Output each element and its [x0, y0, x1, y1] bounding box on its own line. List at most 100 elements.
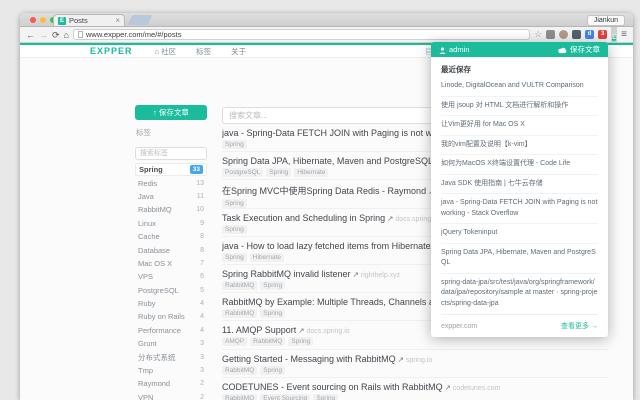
popup-footer: expper.com 查看更多 →: [441, 314, 598, 331]
sidebar-tag-PostgreSQL[interactable]: PostgreSQL 5: [135, 284, 207, 297]
tag-count-badge: 7: [200, 259, 204, 267]
post-tag-chip[interactable]: Spring: [260, 309, 286, 319]
back-icon[interactable]: ←: [26, 30, 35, 40]
recent-saved-item[interactable]: 使用 jsoup 对 HTML 文档进行解析和操作: [441, 97, 598, 116]
post-tag-chip[interactable]: Hibernate: [249, 252, 284, 262]
post-domain[interactable]: spring.io: [406, 357, 432, 364]
post-tag-chip[interactable]: AMQP: [222, 337, 248, 347]
new-tab-button[interactable]: [127, 15, 153, 25]
sidebar-tag-Tmp[interactable]: Tmp 3: [135, 364, 207, 377]
post-title[interactable]: Getting Started - Messaging with RabbitM…: [222, 354, 608, 364]
sidebar-tag-Cache[interactable]: Cache 8: [135, 230, 207, 243]
recent-saved-item[interactable]: 我的vim配置及说明【k-vim】: [441, 136, 598, 155]
post-tag-chip[interactable]: RabbitMQ: [222, 393, 258, 400]
tag-count-badge: 2: [200, 393, 204, 400]
sidebar-tag-Mac OS X[interactable]: Mac OS X 7: [135, 257, 207, 270]
tag-name-label: Ruby: [138, 299, 156, 309]
post-title[interactable]: CODETUNES - Event sourcing on Rails with…: [222, 382, 608, 392]
reload-icon[interactable]: ⟳: [52, 30, 60, 40]
recent-saved-item[interactable]: java - Spring-Data FETCH JOIN with Pagin…: [441, 194, 598, 224]
recent-saved-item[interactable]: 让Vim更好用 for Mac OS X: [441, 116, 598, 136]
sidebar-tag-RabbitMQ[interactable]: RabbitMQ 10: [135, 203, 207, 216]
post-row: Getting Started - Messaging with RabbitM…: [222, 350, 608, 378]
address-bar[interactable]: www.expper.com/me/#/posts: [72, 29, 531, 40]
sidebar-tag-VPS[interactable]: VPS 6: [135, 270, 207, 283]
recent-saved-item[interactable]: Spring Data JPA, Hibernate, Maven and Po…: [441, 244, 598, 274]
recent-saved-item[interactable]: 如何为MacOS X终端设置代理 - Code Life: [441, 155, 598, 175]
post-tag-chip[interactable]: Spring: [222, 252, 247, 262]
popup-site-link[interactable]: expper.com: [441, 323, 477, 330]
minimize-window-button[interactable]: [40, 17, 46, 23]
close-window-button[interactable]: [30, 17, 36, 23]
recent-saved-item[interactable]: jQuery Tokeninput: [441, 224, 598, 244]
expper-extension-button[interactable]: E: [611, 24, 618, 45]
extension-gray-icon[interactable]: [546, 30, 556, 39]
url-text: www.expper.com/me/#/posts: [85, 30, 182, 39]
tag-count-badge: 3: [200, 367, 204, 375]
tag-name-label: Grunt: [138, 339, 157, 349]
popup-save-button[interactable]: 保存文章: [558, 44, 600, 55]
extension-ghost-icon[interactable]: [572, 30, 582, 39]
home-icon[interactable]: ⌂: [64, 30, 69, 40]
post-tag-chip[interactable]: RabbitMQ: [250, 337, 286, 347]
sidebar-tag-Redis[interactable]: Redis 13: [135, 176, 207, 189]
sidebar-tag-Ruby[interactable]: Ruby 4: [135, 297, 207, 310]
browser-tab[interactable]: E Posts ×: [53, 14, 125, 26]
extension-popup: admin 保存文章 最近保存 Linode, DigitalOcean and…: [431, 42, 608, 337]
recent-saved-item[interactable]: Linode, DigitalOcean and VULTR Compariso…: [441, 77, 598, 97]
post-tag-chip[interactable]: Spring: [260, 280, 286, 290]
sidebar-tag-Raymond[interactable]: Raymond 2: [135, 377, 207, 390]
nav-item-tags[interactable]: 标签: [196, 46, 211, 57]
post-tag-chip[interactable]: PostgreSQL: [222, 168, 264, 178]
post-tag-chip[interactable]: RabbitMQ: [222, 280, 258, 290]
sidebar-tag-Performance[interactable]: Performance 4: [135, 324, 207, 337]
chrome-menu-icon[interactable]: ≡: [621, 29, 627, 40]
sidebar-tag-Spring[interactable]: Spring 33: [135, 163, 207, 177]
post-domain[interactable]: docs.spring.io: [307, 328, 350, 335]
post-tag-chip[interactable]: Spring: [266, 168, 292, 178]
sidebar-tag-Linux[interactable]: Linux 9: [135, 217, 207, 230]
sidebar-tag-Ruby on Rails[interactable]: Ruby on Rails 4: [135, 310, 207, 323]
recent-saved-item[interactable]: spring-data-jpa/src/test/java/org/spring…: [441, 274, 598, 314]
post-tag-chip[interactable]: Spring: [222, 199, 247, 208]
tag-count-badge: 8: [200, 246, 204, 254]
post-tag-chip[interactable]: RabbitMQ: [222, 309, 258, 319]
post-domain[interactable]: righthelp.xyz: [361, 272, 400, 279]
site-logo[interactable]: EXPPER: [90, 46, 133, 56]
tag-count-badge: 10: [196, 206, 204, 214]
tag-count-badge: 13: [196, 179, 204, 187]
sidebar-tag-Java[interactable]: Java 11: [135, 190, 207, 203]
forward-icon[interactable]: →: [39, 30, 48, 40]
user-icon: [439, 47, 446, 54]
extension-red-icon[interactable]: 3: [598, 30, 608, 39]
tag-search-input[interactable]: [135, 147, 207, 160]
tab-close-icon[interactable]: ×: [115, 16, 120, 25]
post-tag-chip[interactable]: Spring: [260, 365, 286, 375]
post-tag-chip[interactable]: RabbitMQ: [222, 365, 258, 375]
popup-view-more-link[interactable]: 查看更多 →: [561, 321, 598, 331]
post-tag-chip[interactable]: Spring: [222, 140, 247, 149]
sidebar-tag-Grunt[interactable]: Grunt 3: [135, 337, 207, 350]
nav-item-about[interactable]: 关于: [231, 46, 246, 57]
extension-devdocs-icon[interactable]: d: [585, 30, 595, 39]
extension-popup-header: admin 保存文章: [431, 42, 608, 57]
post-tag-chip[interactable]: Event Sourcing: [260, 393, 311, 400]
post-tag-chip[interactable]: Hibernate: [294, 168, 329, 178]
save-post-button[interactable]: ↑ 保存文章: [135, 105, 207, 120]
post-domain[interactable]: codetunes.com: [453, 385, 500, 392]
sidebar-tag-VPN[interactable]: VPN 2: [135, 391, 207, 400]
tag-count-badge: 5: [200, 286, 204, 294]
tag-count-badge: 3: [200, 340, 204, 348]
sidebar-tag-分布式系统[interactable]: 分布式系统 3: [135, 350, 207, 363]
post-tag-list: AMQP RabbitMQ Spring: [222, 337, 608, 347]
recent-saved-item[interactable]: Java SDK 使用指南 | 七牛云存储: [441, 175, 598, 194]
extension-round-icon[interactable]: [559, 30, 569, 39]
sidebar-tag-Database[interactable]: Database 8: [135, 243, 207, 256]
post-tag-chip[interactable]: Spring: [288, 337, 314, 347]
post-tag-chip[interactable]: Spring: [222, 224, 247, 234]
tags-sidebar: ↑ 保存文章 标签 Spring33Redis13Java11RabbitMQ1…: [135, 105, 207, 400]
post-tag-chip[interactable]: Spring: [313, 393, 339, 400]
nav-item-community[interactable]: ⌂ 社区: [155, 46, 177, 57]
chrome-profile-button[interactable]: Jiankun: [586, 15, 625, 26]
bookmark-star-icon[interactable]: ☆: [534, 29, 542, 40]
